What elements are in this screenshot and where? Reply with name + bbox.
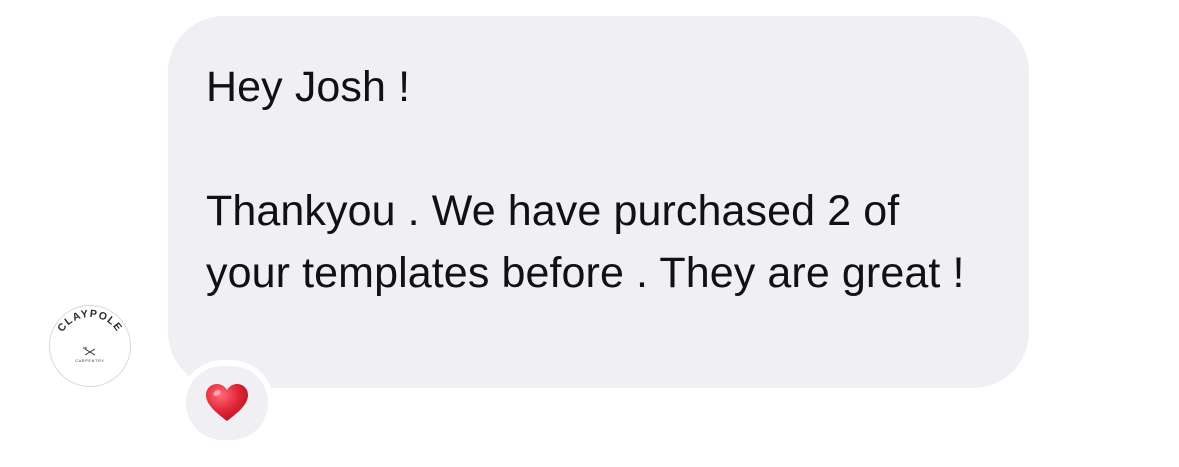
svg-text:CLAYPOLE: CLAYPOLE bbox=[55, 308, 124, 334]
message-body: Thankyou . We have purchased 2 of your t… bbox=[206, 187, 965, 297]
hammer-saw-crossed-icon bbox=[83, 347, 96, 356]
message-bubble[interactable]: Hey Josh ! Thankyou . We have purchased … bbox=[168, 16, 1029, 388]
avatar-brand-tagline: CARPENTRY bbox=[75, 359, 104, 363]
avatar-brand-name: CLAYPOLE bbox=[55, 308, 123, 334]
sender-avatar[interactable]: CLAYPOLE CARPENTRY bbox=[49, 305, 131, 387]
message-greeting: Hey Josh ! bbox=[206, 63, 411, 111]
message-thread: CLAYPOLE CARPENTRY Hey Josh ! Thankyou .… bbox=[0, 0, 1179, 467]
red-heart-icon bbox=[206, 384, 248, 421]
reaction-badge[interactable] bbox=[180, 360, 274, 446]
claypole-logo: CLAYPOLE CARPENTRY bbox=[55, 308, 124, 363]
